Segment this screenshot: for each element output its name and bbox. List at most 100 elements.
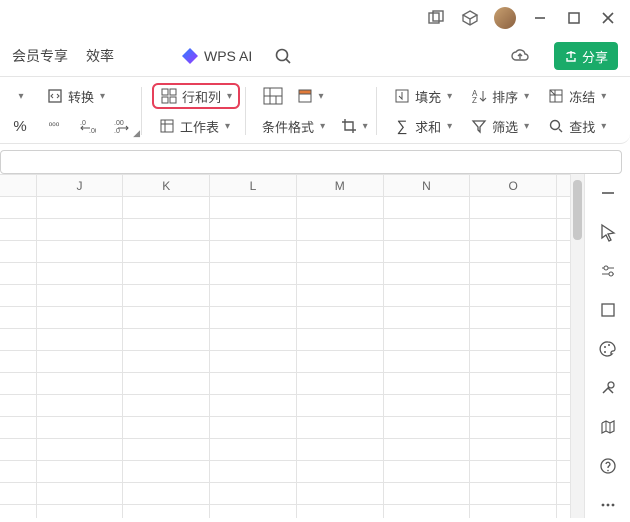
tabs-icon[interactable]: [420, 2, 452, 34]
fullscreen-icon[interactable]: [593, 297, 623, 322]
cell[interactable]: [123, 439, 210, 461]
cell[interactable]: [470, 285, 557, 307]
cell[interactable]: [296, 263, 383, 285]
search-icon[interactable]: [274, 47, 292, 65]
cell[interactable]: [0, 197, 36, 219]
filter-button[interactable]: 筛选▾: [464, 113, 535, 139]
cell[interactable]: [210, 505, 297, 519]
cell[interactable]: [557, 285, 570, 307]
cell[interactable]: [0, 439, 36, 461]
cell[interactable]: [210, 373, 297, 395]
wps-ai-button[interactable]: WPS AI: [182, 48, 252, 64]
cell[interactable]: [557, 439, 570, 461]
cell[interactable]: [210, 241, 297, 263]
cell[interactable]: [0, 461, 36, 483]
cell[interactable]: [557, 483, 570, 505]
cell[interactable]: [123, 351, 210, 373]
cond-format-button[interactable]: 条件格式▾: [256, 113, 331, 139]
cell[interactable]: [383, 197, 470, 219]
cell[interactable]: [383, 483, 470, 505]
thousands-icon[interactable]: ⁰⁰⁰: [40, 113, 68, 139]
cell[interactable]: [383, 461, 470, 483]
menu-member[interactable]: 会员专享: [12, 46, 68, 66]
cell[interactable]: [296, 483, 383, 505]
cell[interactable]: [123, 417, 210, 439]
cell[interactable]: [470, 373, 557, 395]
cell[interactable]: [470, 505, 557, 519]
palette-icon[interactable]: [593, 336, 623, 361]
minus-icon[interactable]: [593, 180, 623, 205]
cell[interactable]: [383, 241, 470, 263]
find-button[interactable]: 查找▾: [541, 113, 612, 139]
cell[interactable]: [36, 241, 123, 263]
menu-efficiency[interactable]: 效率: [86, 46, 114, 66]
cell[interactable]: [0, 417, 36, 439]
map-icon[interactable]: [593, 415, 623, 440]
cell[interactable]: [383, 395, 470, 417]
cell[interactable]: [296, 439, 383, 461]
cell[interactable]: [296, 197, 383, 219]
cell[interactable]: [123, 219, 210, 241]
cell[interactable]: [123, 483, 210, 505]
cell[interactable]: [383, 285, 470, 307]
column-header[interactable]: J: [36, 175, 123, 197]
cell[interactable]: [36, 219, 123, 241]
fill-button[interactable]: 填充▾: [387, 83, 458, 109]
cell[interactable]: [470, 483, 557, 505]
cell[interactable]: [0, 395, 36, 417]
cell[interactable]: [557, 505, 570, 519]
cell[interactable]: [470, 219, 557, 241]
cell[interactable]: [557, 417, 570, 439]
cell[interactable]: [557, 395, 570, 417]
cell[interactable]: [296, 307, 383, 329]
scrollbar-thumb[interactable]: [573, 180, 582, 240]
cell[interactable]: [383, 219, 470, 241]
cell[interactable]: [36, 395, 123, 417]
cell[interactable]: [383, 417, 470, 439]
cell[interactable]: [296, 285, 383, 307]
cell[interactable]: [210, 439, 297, 461]
cell[interactable]: [470, 197, 557, 219]
cell[interactable]: [123, 329, 210, 351]
percent-icon[interactable]: %: [6, 113, 34, 139]
cell[interactable]: [470, 329, 557, 351]
dec-decrease-icon[interactable]: .0.00: [74, 113, 102, 139]
cell[interactable]: [0, 219, 36, 241]
cell[interactable]: [123, 241, 210, 263]
cell[interactable]: [210, 483, 297, 505]
cursor-icon[interactable]: [593, 219, 623, 244]
cell[interactable]: [296, 219, 383, 241]
help-icon[interactable]: [593, 454, 623, 479]
cell[interactable]: [383, 505, 470, 519]
cell[interactable]: [0, 373, 36, 395]
sort-button[interactable]: AZ 排序▾: [464, 83, 535, 109]
cell[interactable]: [123, 263, 210, 285]
cell[interactable]: [123, 197, 210, 219]
cell[interactable]: [210, 263, 297, 285]
close-icon[interactable]: [592, 2, 624, 34]
cell[interactable]: [0, 307, 36, 329]
dropdown-a[interactable]: ▾: [6, 83, 34, 109]
sliders-icon[interactable]: [593, 258, 623, 283]
cell[interactable]: [557, 197, 570, 219]
cell[interactable]: [557, 241, 570, 263]
cell[interactable]: [210, 307, 297, 329]
name-box[interactable]: [0, 150, 622, 174]
cell[interactable]: [470, 351, 557, 373]
cell[interactable]: [296, 373, 383, 395]
cell[interactable]: [296, 395, 383, 417]
cell[interactable]: [36, 373, 123, 395]
rowcol-button[interactable]: 行和列▾: [152, 83, 240, 109]
avatar[interactable]: [494, 7, 516, 29]
cell[interactable]: [210, 197, 297, 219]
cell[interactable]: [123, 395, 210, 417]
cell[interactable]: [0, 351, 36, 373]
cell[interactable]: [470, 263, 557, 285]
worksheet-button[interactable]: 工作表▾: [152, 113, 236, 139]
cell[interactable]: [296, 505, 383, 519]
cell[interactable]: [383, 351, 470, 373]
cloud-sync-icon[interactable]: [504, 40, 536, 72]
cell[interactable]: [36, 263, 123, 285]
cell[interactable]: [470, 439, 557, 461]
cell[interactable]: [383, 329, 470, 351]
